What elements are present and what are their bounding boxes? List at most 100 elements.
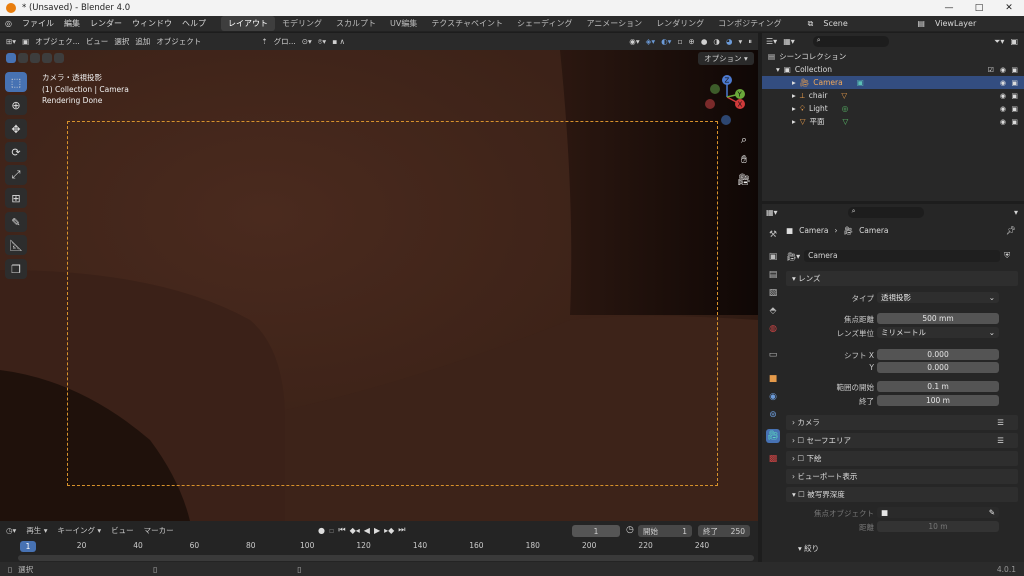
render-camera-icon[interactable]: ▣ <box>1011 105 1018 113</box>
gizmo-neg-x-axis[interactable] <box>705 99 715 109</box>
gizmo-neg-z-axis[interactable] <box>721 115 731 125</box>
close-button[interactable]: ✕ <box>994 3 1024 13</box>
menu-file[interactable]: ファイル <box>17 18 59 29</box>
shift-x-field[interactable]: 0.000 <box>877 349 999 360</box>
tab-compositing[interactable]: コンポジティング <box>711 16 789 31</box>
outliner-item-camera[interactable]: ▸ 🎥︎ Camera ▣ ◉ ▣ <box>762 76 1024 89</box>
tab-layout[interactable]: レイアウト <box>220 16 275 31</box>
scene-selector[interactable]: Scene <box>818 19 898 28</box>
camera-panel-header[interactable]: › カメラ ☰ <box>786 415 1018 430</box>
filter-icon[interactable]: ⏷▾ <box>994 37 1004 47</box>
pan-hand-icon[interactable]: ✋︎ <box>736 150 752 170</box>
menu-help[interactable]: ヘルプ <box>177 18 211 29</box>
lens-type-dropdown[interactable]: 透視投影 ⌄ <box>877 292 999 303</box>
rotate-tool-icon[interactable]: ⟳ <box>5 142 27 162</box>
collection-row[interactable]: ▾ ▣ Collection ☑ ◉ ▣ <box>762 63 1024 76</box>
menu-object[interactable]: オブジェクト <box>156 36 201 47</box>
maximize-button[interactable]: □ <box>964 3 994 13</box>
blender-menu-icon[interactable]: ◎ <box>0 19 17 28</box>
visibility-eye-icon[interactable]: ◉ <box>1000 79 1006 87</box>
expand-arrow-icon[interactable]: ▸ <box>792 117 796 126</box>
outliner-item-plane[interactable]: ▸ ▽ 平面 ▽ ◉ ▣ <box>762 115 1024 128</box>
visibility-eye-icon[interactable]: ◉ <box>1000 92 1006 100</box>
shift-y-field[interactable]: 0.000 <box>877 362 999 373</box>
pause-render-icon[interactable]: ⏸ <box>748 37 752 47</box>
output-tab-icon[interactable]: ▤ <box>766 268 780 282</box>
xray-icon[interactable]: ▫ <box>677 37 682 46</box>
render-camera-icon[interactable]: ▣ <box>1011 118 1018 126</box>
tab-modeling[interactable]: モデリング <box>275 16 329 31</box>
select-subtract-icon[interactable] <box>30 53 40 63</box>
outliner-item-chair[interactable]: ▸ ⟂ chair ▽ ◉ ▣ <box>762 89 1024 102</box>
focus-distance-field[interactable]: 10 m <box>877 521 999 532</box>
playhead[interactable]: 1 <box>20 541 36 552</box>
menu-view[interactable]: ビュー <box>86 36 109 47</box>
expand-arrow-icon[interactable]: ▸ <box>792 104 796 113</box>
gizmo-toggle-icon[interactable]: ◈▾ <box>646 37 656 46</box>
visibility-icon[interactable]: ◉▾ <box>629 37 639 46</box>
shading-options-icon[interactable]: ▾ <box>738 37 742 46</box>
outliner-editor-icon[interactable]: ☰▾ <box>766 37 777 46</box>
tab-shading[interactable]: シェーディング <box>510 16 579 31</box>
camera-data-icon[interactable]: ▣ <box>857 78 864 87</box>
menu-add[interactable]: 追加 <box>135 36 150 47</box>
fake-user-shield-icon[interactable]: ⛨ <box>1004 251 1010 261</box>
render-camera-icon[interactable]: ▣ <box>1011 79 1018 87</box>
menu-window[interactable]: ウィンドウ <box>127 18 177 29</box>
expand-arrow-icon[interactable]: ▸ <box>792 91 796 100</box>
mode-selector[interactable]: オブジェク... <box>35 36 80 47</box>
minimize-button[interactable]: — <box>934 3 964 13</box>
snap-icon[interactable]: ⌾▾ <box>318 37 326 47</box>
pin-icon[interactable]: 📌︎ <box>1006 226 1016 235</box>
collection-render-camera-icon[interactable]: ▣ <box>1011 66 1018 74</box>
light-data-icon[interactable]: ◎ <box>842 104 849 113</box>
cursor-tool-icon[interactable]: ⊕ <box>5 95 27 115</box>
move-tool-icon[interactable]: ✥ <box>5 119 27 139</box>
visibility-eye-icon[interactable]: ◉ <box>1000 118 1006 126</box>
exclude-checkbox[interactable]: ☑ <box>988 66 994 74</box>
mesh-data-icon[interactable]: ▽ <box>843 117 849 126</box>
background-images-panel-header[interactable]: › ☐ 下絵 <box>786 451 1018 466</box>
select-intersect-icon[interactable] <box>54 53 64 63</box>
pivot-icon[interactable]: ⊙▾ <box>302 37 312 46</box>
overlay-toggle-icon[interactable]: ◐▾ <box>661 37 671 46</box>
view-layer-selector[interactable]: ViewLayer <box>930 19 981 28</box>
transform-tool-icon[interactable]: ⊞ <box>5 188 27 208</box>
collection-visibility-eye-icon[interactable]: ◉ <box>1000 66 1006 74</box>
constraints-tab-icon[interactable]: ⊛ <box>766 408 780 422</box>
safe-areas-panel-header[interactable]: › ☐ セーフエリア ☰ <box>786 433 1018 448</box>
menu-edit[interactable]: 編集 <box>59 18 85 29</box>
clip-end-field[interactable]: 100 m <box>877 395 999 406</box>
properties-search-input[interactable]: ⌕ <box>847 206 924 218</box>
menu-render[interactable]: レンダー <box>85 18 127 29</box>
focus-object-field[interactable]: ■ ✎ <box>877 507 999 518</box>
zoom-icon[interactable]: ⌕ <box>736 130 752 150</box>
modifier-icon[interactable]: ▽ <box>841 91 847 100</box>
aperture-subpanel-header[interactable]: ▾ 絞り <box>798 543 819 554</box>
outliner-search-input[interactable]: ⌕ <box>812 36 889 47</box>
select-invert-icon[interactable] <box>42 53 52 63</box>
render-tab-icon[interactable]: ▣ <box>766 250 780 264</box>
visibility-eye-icon[interactable]: ◉ <box>1000 105 1006 113</box>
display-mode-icon[interactable]: ▦▾ <box>783 37 795 46</box>
tab-rendering[interactable]: レンダリング <box>649 16 711 31</box>
transform-orientation-selector[interactable]: グロ... <box>274 36 296 47</box>
options-dropdown[interactable]: オプション ▾ <box>698 52 754 65</box>
measure-tool-icon[interactable]: 📐︎ <box>5 235 27 255</box>
tool-tab-icon[interactable]: ⚒ <box>766 228 780 242</box>
properties-editor-icon[interactable]: ▦▾ <box>766 208 778 217</box>
select-box-tool-icon[interactable]: ⬚ <box>5 72 27 92</box>
scene-collection-row[interactable]: ▤ シーンコレクション <box>762 50 1024 63</box>
shading-solid-icon[interactable]: ● <box>701 37 708 46</box>
lens-panel-header[interactable]: ▾ レンズ <box>786 271 1018 286</box>
tab-uv-editing[interactable]: UV編集 <box>383 16 424 31</box>
add-cube-tool-icon[interactable]: ❐ <box>5 259 27 279</box>
proportional-edit-icon[interactable]: ▪ ∧ <box>332 37 345 46</box>
camera-data-tab-icon[interactable]: 🎥︎ <box>766 429 780 443</box>
focal-length-field[interactable]: 500 mm <box>877 313 999 324</box>
expand-arrow-icon[interactable]: ▸ <box>792 78 796 87</box>
navigation-gizmo[interactable]: Z X Y <box>700 72 755 128</box>
outliner-item-light[interactable]: ▸ 💡︎ Light ◎ ◉ ▣ <box>762 102 1024 115</box>
editor-type-icon[interactable]: ⊞▾ <box>6 37 16 46</box>
texture-tab-icon[interactable]: ▩ <box>766 452 780 466</box>
